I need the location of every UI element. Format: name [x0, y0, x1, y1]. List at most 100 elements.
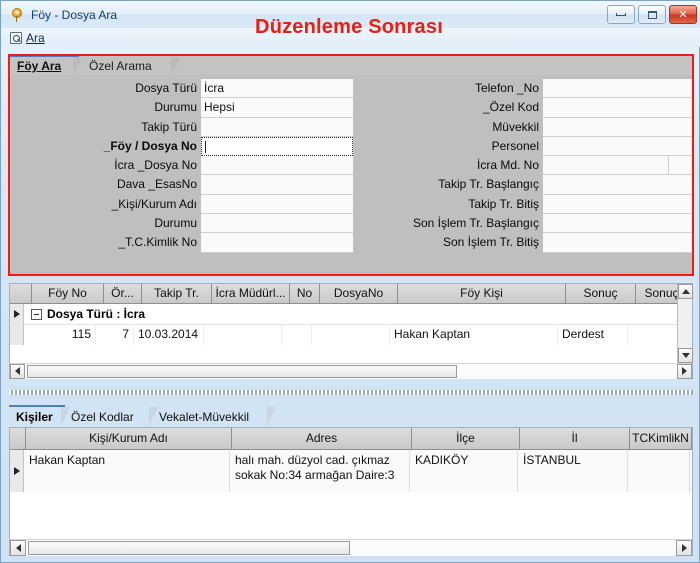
results-vertical-scrollbar[interactable] — [677, 284, 693, 363]
results-col-sonuc[interactable]: Sonuç — [566, 284, 636, 303]
maximize-icon — [647, 10, 657, 19]
input-dava-esas-no[interactable] — [201, 175, 353, 195]
results-col-takip-tr[interactable]: Takip Tr. — [142, 284, 212, 303]
tab-kisiler[interactable]: Kişiler — [16, 407, 53, 427]
input-muvekkil[interactable] — [543, 117, 693, 137]
tab-ozel-kodlar[interactable]: Özel Kodlar — [71, 407, 134, 427]
input-durumu-2[interactable] — [201, 214, 353, 234]
scroll-left-button[interactable] — [10, 363, 25, 379]
collapse-icon[interactable] — [31, 308, 42, 320]
input-kisi-kurum-adi[interactable] — [201, 194, 353, 215]
cell-foy-kisi: Hakan Kaptan — [390, 325, 558, 345]
field-row-muvekkil: Müvekkil — [357, 117, 693, 137]
results-col-no[interactable]: No — [290, 284, 320, 303]
cell-il: İSTANBUL — [518, 450, 628, 492]
field-row-takip-tr-bitis: Takip Tr. Bitiş — [357, 194, 693, 215]
label-kisi-kurum-adi: _Kişi/Kurum Adı — [111, 196, 197, 211]
panel-splitter[interactable] — [9, 387, 693, 397]
label-muvekkil: Müvekkil — [492, 119, 539, 134]
detail-col-il[interactable]: İl — [520, 428, 630, 449]
input-telefon-no[interactable] — [543, 79, 693, 99]
label-takip-tr-bitis: Takip Tr. Bitiş — [468, 196, 539, 211]
scroll-right-button[interactable] — [677, 363, 692, 379]
field-row-tc-kimlik-no: _T.C.Kimlik No — [9, 233, 353, 253]
input-icra-md-no[interactable] — [669, 156, 693, 176]
search-fields-right: Telefon _No _Özel Kod Müvekkil Personel … — [357, 79, 693, 253]
detail-scroll-left-button[interactable] — [10, 539, 26, 556]
input-dosya-turu[interactable]: İcra — [201, 79, 353, 99]
label-icra-dosya-no: İcra _Dosya No — [114, 158, 197, 173]
label-son-islem-tr-bitis: Son İşlem Tr. Bitiş — [442, 235, 539, 250]
tab-vekalet-muvekkil[interactable]: Vekalet-Müvekkil — [159, 407, 249, 427]
label-foy-dosya-no: _Föy / Dosya No — [103, 138, 197, 153]
maximize-button[interactable] — [638, 5, 666, 24]
detail-col-kisi-kurum-adi[interactable]: Kişi/Kurum Adı — [26, 428, 232, 449]
detail-hscroll-track[interactable] — [26, 539, 676, 556]
minimize-icon — [616, 13, 626, 16]
input-son-islem-tr-bitis[interactable] — [543, 233, 693, 253]
cell-icra-mudurlugu — [204, 325, 282, 345]
input-icra-dosya-no[interactable] — [201, 156, 353, 176]
detail-scroll-right-button[interactable] — [676, 539, 692, 556]
results-hscroll-thumb[interactable] — [27, 364, 457, 378]
caret-up-icon — [681, 289, 690, 294]
table-row[interactable]: Hakan Kaptan halı mah. düzyol cad. çıkma… — [10, 450, 692, 492]
scroll-up-button[interactable] — [678, 284, 693, 299]
label-son-islem-tr-baslangic: Son İşlem Tr. Başlangıç — [412, 216, 539, 231]
results-col-dosya-no[interactable]: DosyaNo — [320, 284, 398, 303]
caret-left-icon — [15, 367, 20, 375]
label-personel: Personel — [491, 138, 539, 153]
search-panel: Föy Ara Özel Arama Dosya Türü İcra Durum… — [9, 55, 693, 275]
label-dosya-turu: Dosya Türü — [135, 81, 197, 95]
input-takip-turu[interactable] — [201, 117, 353, 137]
detail-tab-edge-1 — [61, 407, 70, 426]
menu-item-ara[interactable]: Ara — [10, 31, 45, 45]
results-horizontal-scrollbar[interactable] — [10, 363, 692, 379]
results-grid: Föy No Ör... Takip Tr. İcra Müdürl... No… — [9, 283, 693, 379]
input-son-islem-tr-baslangic[interactable] — [543, 214, 693, 234]
label-ozel-kod: _Özel Kod — [482, 100, 539, 115]
field-row-icra-md-no: İcra Md. No — [357, 156, 693, 176]
label-takip-tr-baslangic: Takip Tr. Başlangıç — [438, 177, 539, 192]
detail-hscroll-thumb[interactable] — [28, 540, 350, 555]
input-takip-tr-bitis[interactable] — [543, 194, 693, 215]
cell-kisi-kurum-adi: Hakan Kaptan — [24, 450, 230, 492]
results-col-or[interactable]: Ör... — [104, 284, 142, 303]
cell-or: 7 — [96, 325, 134, 345]
tab-foy-ara[interactable]: Föy Ara — [9, 57, 70, 75]
results-col-icra-mudurlugu[interactable]: İcra Müdürl... — [212, 284, 290, 303]
results-group-row[interactable]: Dosya Türü : İcra — [10, 304, 692, 325]
field-row-icra-dosya-no: İcra _Dosya No — [9, 156, 353, 176]
detail-horizontal-scrollbar[interactable] — [10, 539, 692, 556]
detail-col-adres[interactable]: Adres — [232, 428, 412, 449]
input-durumu-1[interactable]: Hepsi — [201, 98, 353, 118]
input-foy-dosya-no[interactable] — [201, 136, 353, 157]
row-indicator — [10, 304, 24, 324]
detail-col-ilce[interactable]: İlçe — [412, 428, 520, 449]
detail-col-tckimlikno[interactable]: TCKimlikN — [630, 428, 692, 449]
pin-icon — [9, 7, 25, 23]
detail-row-indicator — [10, 450, 24, 492]
label-telefon-no: Telefon _No — [474, 81, 539, 95]
table-row[interactable]: 115 7 10.03.2014 Hakan Kaptan Derdest — [10, 325, 692, 345]
application-window: Föy - Dosya Ara ✕ Ara Düzenleme Sonrası … — [0, 0, 700, 563]
input-ozel-kod[interactable] — [543, 98, 693, 118]
field-row-dosya-turu: Dosya Türü İcra — [9, 79, 353, 99]
title-bar: Föy - Dosya Ara ✕ — [1, 1, 700, 28]
results-col-foy-no[interactable]: Föy No — [32, 284, 104, 303]
close-button[interactable]: ✕ — [669, 5, 697, 24]
input-icra-md[interactable] — [543, 156, 669, 176]
cell-tckimlikno — [628, 450, 690, 492]
results-col-foy-kisi[interactable]: Föy Kişi — [398, 284, 566, 303]
input-tc-kimlik-no[interactable] — [201, 233, 353, 253]
menu-bar: Ara — [1, 28, 700, 47]
results-col-selector — [10, 284, 32, 303]
scroll-down-button[interactable] — [678, 348, 693, 363]
results-hscroll-track[interactable] — [25, 363, 677, 379]
label-icra-md-no: İcra Md. No — [476, 158, 539, 173]
tab-ozel-arama[interactable]: Özel Arama — [81, 57, 160, 75]
input-takip-tr-baslangic[interactable] — [543, 175, 693, 195]
input-personel[interactable] — [543, 136, 693, 157]
field-row-son-islem-tr-bitis: Son İşlem Tr. Bitiş — [357, 233, 693, 253]
minimize-button[interactable] — [607, 5, 635, 24]
